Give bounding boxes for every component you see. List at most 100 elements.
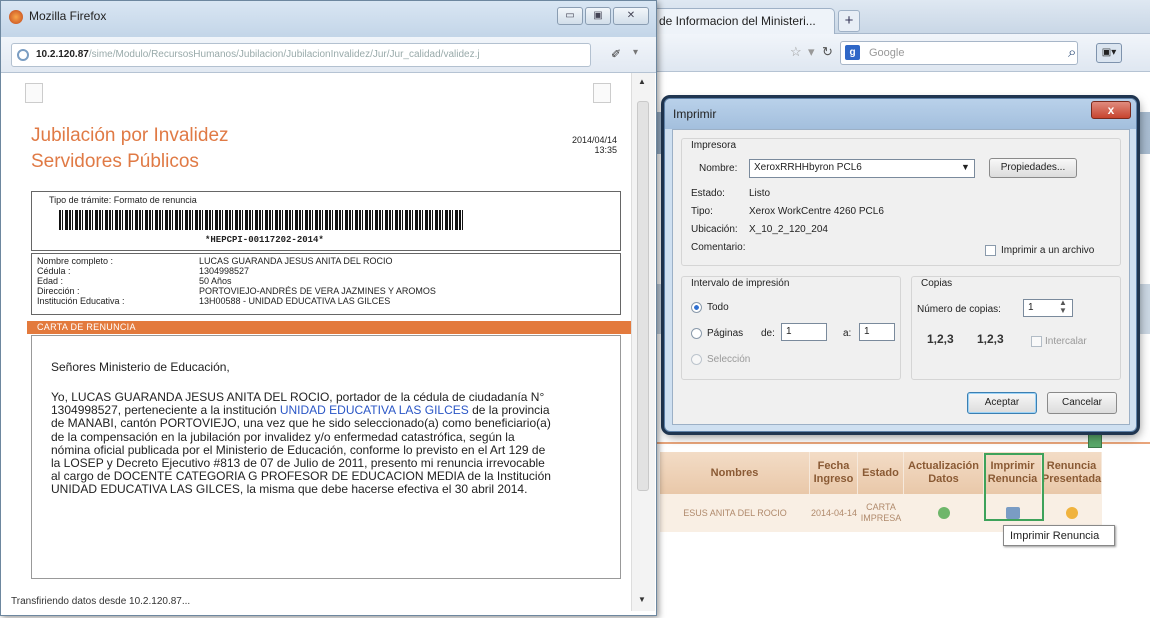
col-header-fecha: Fecha Ingreso [810,452,858,494]
url-bar-area: 10.2.120.87/sime/Modulo/RecursosHumanos/… [1,37,656,73]
warning-icon [1066,507,1078,519]
doc-time: 13:35 [594,145,617,155]
letter-body: Yo, LUCAS GUARANDA JESUS ANITA DEL ROCIO… [51,390,611,497]
collate-icon-1: 1,2,3 [927,332,954,346]
copies-section-label: Copias [921,278,953,289]
cell-estado: CARTA IMPRESA [858,494,904,532]
scroll-down-icon[interactable]: ▼ [638,595,646,604]
radio-pages-label: Páginas [707,328,744,339]
close-window-button[interactable]: ✕ [613,7,649,25]
tab-strip: de Informacion del Ministeri... + [640,0,1150,34]
salutation: Señores Ministerio de Educación, [51,360,230,374]
field-value-1: 1304998527 [199,266,250,276]
collate-checkbox[interactable] [1031,336,1042,347]
spinner-icon[interactable]: ▲ ▼ [1059,299,1067,315]
type-label: Tipo: [691,206,713,217]
location-value: X_10_2_120_204 [749,224,828,235]
radio-all[interactable] [691,302,702,313]
from-input[interactable]: 1 [781,323,827,341]
collate-label: Intercalar [1045,336,1087,347]
globe-icon [17,49,29,61]
barcode-text: *HEPCPI-00117202-2014* [205,235,324,245]
excel-export-icon[interactable] [1088,434,1102,448]
scrollbar-thumb[interactable] [637,101,649,491]
url-path: /sime/Modulo/RecursosHumanos/Jubilacion/… [88,49,480,60]
cell-nombre: ESUS ANITA DEL ROCIO [660,494,810,532]
to-input[interactable]: 1 [859,323,895,341]
field-value-4: 13H00588 - UNIDAD EDUCATIVA LAS GILCES [199,296,391,306]
col-header-renuncia: Renuncia Presentada [1042,452,1102,494]
update-data-icon[interactable] [938,507,950,519]
dialog-body: Impresora Nombre: XeroxRRHHbyron PCL6 ▼ … [672,129,1130,425]
tramite-label: Tipo de trámite: Formato de renuncia [49,195,197,205]
doc-title-1: Jubilación por Invalidez [31,125,229,146]
name-label: Nombre: [699,163,738,174]
status-value: Listo [749,188,771,199]
dropdown-arrow-icon[interactable]: ▾ [808,44,815,60]
page-icon-left [25,83,43,103]
printer-section-label: Impresora [691,140,737,151]
col-header-nombres: Nombres [660,452,810,494]
print-dialog: Imprimir x Impresora Nombre: XeroxRRHHby… [664,98,1137,432]
printer-select[interactable]: XeroxRRHHbyron PCL6 [749,159,975,178]
field-value-0: LUCAS GUARANDA JESUS ANITA DEL ROCIO [199,256,393,266]
navigation-bar: ☆ ▾ ↻ Google g ⌕ ▣▾ [640,34,1150,72]
properties-button[interactable]: Propiedades... [989,158,1077,178]
field-label-3: Dirección : [37,286,80,296]
cancel-button[interactable]: Cancelar [1047,392,1117,414]
status-bar: Transfiriendo datos desde 10.2.120.87... [11,596,191,607]
popup-window: Mozilla Firefox ▭ ▣ ✕ 10.2.120.87/sime/M… [0,0,657,616]
col-header-actualizacion: Actualización Datos [904,452,984,494]
firefox-icon [9,10,23,24]
cell-actualizacion [904,494,984,532]
bookmark-star-icon[interactable]: ☆ [790,44,802,60]
copies-group [911,276,1121,380]
feed-icon[interactable]: ✐ [611,47,621,61]
radio-selection[interactable] [691,354,702,365]
from-label: de: [761,328,775,339]
dialog-title: Imprimir [665,99,1136,129]
page-icon-right [593,83,611,103]
col-header-estado: Estado [858,452,904,494]
status-label: Estado: [691,188,725,199]
search-input[interactable]: Google [840,41,1078,65]
print-to-file-checkbox[interactable] [985,245,996,256]
section-header: CARTA DE RENUNCIA [27,321,639,334]
new-tab-button[interactable]: + [838,10,860,32]
comment-label: Comentario: [691,242,746,253]
field-label-0: Nombre completo : [37,256,114,266]
print-to-file-label: Imprimir a un archivo [1001,245,1095,256]
google-icon[interactable]: g [845,45,860,60]
reload-icon[interactable]: ↻ [822,44,833,60]
tab-ministerio[interactable]: de Informacion del Ministeri... [650,8,835,34]
doc-title-2: Servidores Públicos [31,151,199,172]
window-title: Mozilla Firefox [29,9,107,23]
url-host: 10.2.120.87 [36,49,89,60]
collate-icon-2: 1,2,3 [977,332,1004,346]
search-magnifier-icon[interactable]: ⌕ [1068,44,1076,61]
field-value-2: 50 Años [199,276,232,286]
divider [640,442,1150,444]
barcode [59,210,465,230]
scroll-up-icon[interactable]: ▲ [638,77,646,86]
field-label-2: Edad : [37,276,64,286]
location-label: Ubicación: [691,224,738,235]
highlight-box [984,453,1044,521]
field-value-3: PORTOVIEJO-ANDRÉS DE VERA JAZMINES Y ARO… [199,286,436,296]
radio-selection-label: Selección [707,354,751,365]
maximize-button[interactable]: ▣ [585,7,611,25]
radio-all-label: Todo [707,302,729,313]
chevron-down-icon[interactable]: ▾ [633,47,638,58]
menu-button[interactable]: ▣▾ [1096,43,1122,63]
letter-line: UNIDAD EDUCATIVA LAS GILCES, la misma qu… [51,482,528,497]
ok-button[interactable]: Aceptar [967,392,1037,414]
doc-date: 2014/04/14 [571,135,617,145]
url-input[interactable]: 10.2.120.87/sime/Modulo/RecursosHumanos/… [11,43,591,67]
minimize-button[interactable]: ▭ [557,7,583,25]
close-button[interactable]: x [1091,101,1131,119]
copies-label: Número de copias: [917,304,1001,315]
field-label-1: Cédula : [37,266,71,276]
tooltip: Imprimir Renuncia [1003,525,1115,546]
type-value: Xerox WorkCentre 4260 PCL6 [749,206,884,217]
radio-pages[interactable] [691,328,702,339]
